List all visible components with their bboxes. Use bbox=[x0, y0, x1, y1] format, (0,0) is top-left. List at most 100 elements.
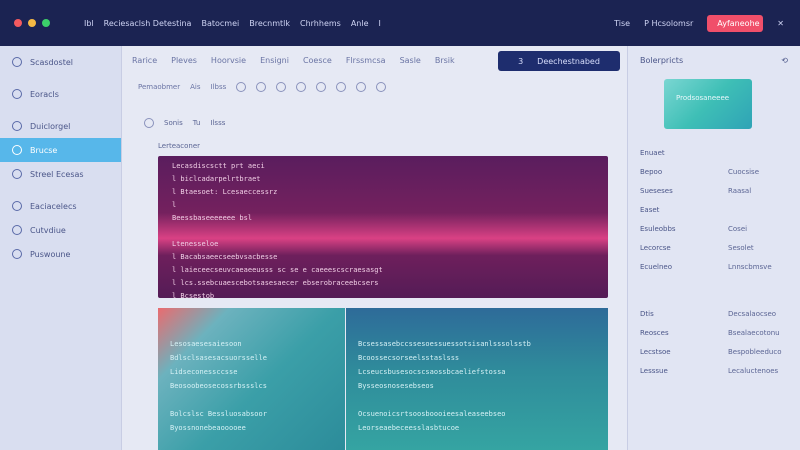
undo-icon[interactable] bbox=[236, 82, 247, 92]
tab[interactable]: Hoorvsie bbox=[211, 56, 246, 65]
menu-item[interactable]: Ibl bbox=[84, 19, 94, 28]
refresh-icon[interactable] bbox=[316, 82, 327, 92]
property-value: Lnnscbmsve bbox=[728, 262, 772, 271]
maximize-window-button[interactable] bbox=[42, 19, 50, 27]
deploy-button[interactable]: 3 Deechestnabed bbox=[498, 51, 620, 71]
sidebar-item[interactable]: Eoracls bbox=[0, 82, 121, 106]
property-row[interactable]: Lecstsoe Bespobleeduco bbox=[640, 342, 788, 361]
minimize-window-button[interactable] bbox=[28, 19, 36, 27]
sidebar-item-label: Streel Ecesas bbox=[30, 169, 84, 179]
property-row[interactable]: Reosces Bsealaecotonu bbox=[640, 323, 788, 342]
property-row[interactable]: Enuaet bbox=[640, 143, 788, 162]
tool-label[interactable]: Ilbss bbox=[211, 83, 227, 91]
main-area: Rarice Pleves Hoorvsie Ensigni Coesce Fl… bbox=[122, 46, 627, 450]
tab[interactable]: Pleves bbox=[171, 56, 197, 65]
close-icon[interactable]: ✕ bbox=[777, 19, 784, 28]
settings-icon[interactable] bbox=[356, 82, 367, 92]
property-key: Reosces bbox=[640, 328, 669, 337]
code-editor-right[interactable]: Bcsessasebccssesoessuessotsisanlsssolsst… bbox=[346, 308, 608, 450]
breadcrumb-item[interactable]: Tu bbox=[193, 119, 201, 127]
grid-icon bbox=[12, 225, 22, 235]
deploy-count: 3 bbox=[518, 56, 524, 66]
code-editor-primary[interactable]: Lecasdiscsctt prt aeci l biclcadarpelrtb… bbox=[158, 156, 608, 300]
property-key: Ecuelneo bbox=[640, 262, 672, 271]
code-line: l bbox=[172, 201, 177, 209]
close-window-button[interactable] bbox=[14, 19, 22, 27]
code-editor-left[interactable]: Lesosaesesaiesoon Bdlsclsasesacsuorssell… bbox=[158, 308, 345, 450]
titlebar-link[interactable]: P Hcsolomsr bbox=[644, 19, 693, 28]
titlebar-right: Tise P Hcsolomsr Ayfaneohe ✕ bbox=[614, 0, 784, 46]
sidebar-item-active[interactable]: Brucse bbox=[0, 138, 121, 162]
property-row[interactable]: Bepoo Cuocsise bbox=[640, 162, 788, 181]
tool-label[interactable]: Pemaobmer bbox=[138, 83, 180, 91]
home-icon[interactable] bbox=[144, 118, 154, 128]
expand-icon[interactable]: ⟲ bbox=[781, 56, 788, 65]
tab[interactable]: Ensigni bbox=[260, 56, 289, 65]
sidebar-item-label: Puswoune bbox=[30, 249, 71, 259]
filter-icon[interactable] bbox=[296, 82, 307, 92]
sidebar-item[interactable]: Scasdostel bbox=[0, 50, 121, 74]
code-line: Lesosaesesaiesoon bbox=[170, 340, 242, 348]
share-icon[interactable] bbox=[336, 82, 347, 92]
property-row[interactable]: Lecorcse Sesolet bbox=[640, 238, 788, 257]
property-row[interactable]: Esuleobbs Cosei bbox=[640, 219, 788, 238]
property-value: Decsalaocseo bbox=[728, 309, 777, 318]
tab[interactable]: Flrssmcsa bbox=[346, 56, 386, 65]
gear-icon bbox=[12, 169, 22, 179]
property-value: Sesolet bbox=[728, 243, 754, 252]
sphere-icon bbox=[12, 145, 22, 155]
breadcrumb-item[interactable]: Ilsss bbox=[210, 119, 225, 127]
sidebar-item[interactable]: Cutvdiue bbox=[0, 218, 121, 242]
toolbar: Pemaobmer Ais Ilbss bbox=[138, 82, 387, 92]
menu-item[interactable]: I bbox=[379, 19, 381, 28]
redo-icon[interactable] bbox=[256, 82, 267, 92]
preview-card[interactable]: Prodsosaneeee bbox=[664, 79, 752, 129]
tab[interactable]: Coesce bbox=[303, 56, 332, 65]
property-value: Lecaluctenoes bbox=[728, 366, 779, 375]
property-value: Cuocsise bbox=[728, 167, 760, 176]
property-row[interactable]: Ecuelneo Lnnscbmsve bbox=[640, 257, 788, 276]
code-line: Bysseosnosesebseos bbox=[358, 382, 434, 390]
property-row[interactable]: Sueseses Raasal bbox=[640, 181, 788, 200]
sidebar: Scasdostel Eoracls Duiclorgel Brucse Str… bbox=[0, 46, 122, 450]
search-icon[interactable] bbox=[276, 82, 287, 92]
code-line: l Bcsestob bbox=[172, 292, 215, 300]
property-key: Lesssue bbox=[640, 366, 668, 375]
property-key: Enuaet bbox=[640, 148, 665, 157]
sidebar-item-label: Duiclorgel bbox=[30, 121, 71, 131]
menu-item[interactable]: Chrhhems bbox=[300, 19, 341, 28]
sidebar-item[interactable]: Puswoune bbox=[0, 242, 121, 266]
panel-header: Bolerpricts ⟲ bbox=[640, 56, 788, 65]
help-icon[interactable] bbox=[376, 82, 387, 92]
property-key: Esuleobbs bbox=[640, 224, 676, 233]
sidebar-item[interactable]: Streel Ecesas bbox=[0, 162, 121, 186]
code-line: Lecasdiscsctt prt aeci bbox=[172, 162, 265, 170]
property-value: Bespobleeduco bbox=[728, 347, 782, 356]
sidebar-item-label: Eoracls bbox=[30, 89, 59, 99]
menu-item[interactable]: Batocmei bbox=[201, 19, 239, 28]
code-line: Beosoobeosecossrbssslcs bbox=[170, 382, 267, 390]
property-value: Raasal bbox=[728, 186, 752, 195]
property-row[interactable]: Dtis Decsalaocseo bbox=[640, 304, 788, 323]
property-value: Cosei bbox=[728, 224, 748, 233]
primary-action-button[interactable]: Ayfaneohe bbox=[707, 14, 764, 32]
property-row[interactable]: Easet bbox=[640, 200, 788, 219]
titlebar-link[interactable]: Tise bbox=[614, 19, 630, 28]
sidebar-item[interactable]: Duiclorgel bbox=[0, 114, 121, 138]
property-row[interactable]: Lesssue Lecaluctenoes bbox=[640, 361, 788, 380]
tab[interactable]: Brsik bbox=[435, 56, 455, 65]
menu-item[interactable]: Anle bbox=[351, 19, 369, 28]
tool-label[interactable]: Ais bbox=[190, 83, 200, 91]
code-line: l laieceecseuvcaeaeeusss sc se e caeeesc… bbox=[172, 266, 383, 274]
menu-item[interactable]: Brecnmtlk bbox=[249, 19, 290, 28]
breadcrumb: Sonis Tu Ilsss bbox=[144, 118, 225, 128]
breadcrumb-item[interactable]: Sonis bbox=[164, 119, 183, 127]
tab[interactable]: Rarice bbox=[132, 56, 157, 65]
tab[interactable]: Sasle bbox=[400, 56, 421, 65]
menu-item[interactable]: Reciesaclsh Detestina bbox=[104, 19, 192, 28]
sidebar-item[interactable]: Eaciacelecs bbox=[0, 194, 121, 218]
properties-panel: Bolerpricts ⟲ Prodsosaneeee Enuaet Bepoo… bbox=[627, 46, 800, 450]
code-line: Lidseconessccsse bbox=[170, 368, 238, 376]
